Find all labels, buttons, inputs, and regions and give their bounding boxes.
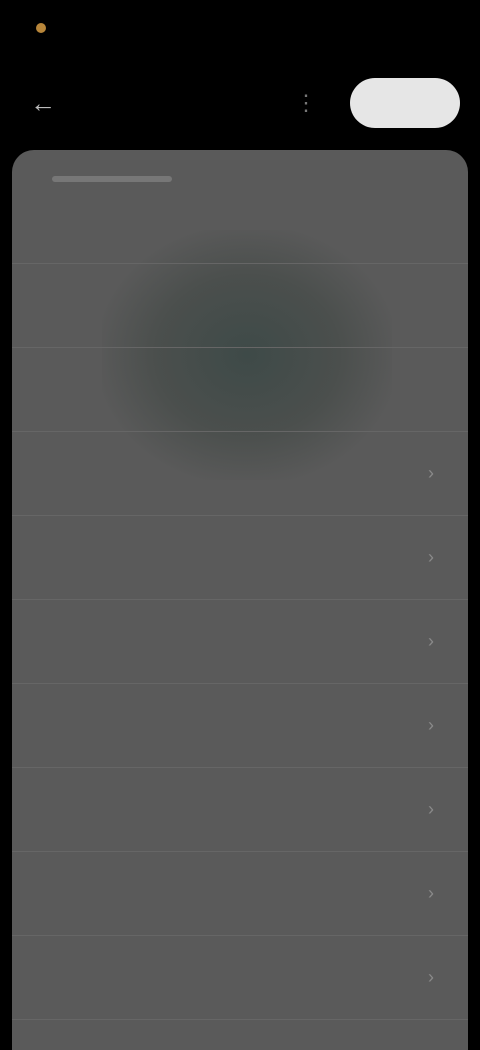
chevron-right-icon: › xyxy=(428,799,434,819)
option-item-10[interactable]: › xyxy=(12,936,468,1020)
chevron-right-icon: › xyxy=(428,547,434,567)
option-item-9[interactable]: › xyxy=(12,852,468,936)
options-sheet: › › › › › › › xyxy=(12,150,468,1050)
option-item-2[interactable] xyxy=(12,264,468,348)
back-button[interactable]: ← xyxy=(20,80,66,126)
option-item-7[interactable]: › xyxy=(12,684,468,768)
status-bar xyxy=(0,0,480,56)
chevron-right-icon: › xyxy=(428,715,434,735)
app-bar: ← ⋮ xyxy=(0,70,480,136)
option-item-4[interactable]: › xyxy=(12,432,468,516)
chevron-right-icon: › xyxy=(428,463,434,483)
chevron-right-icon: › xyxy=(428,967,434,987)
recording-indicator-icon xyxy=(36,23,46,33)
option-item-3[interactable] xyxy=(12,348,468,432)
arrow-back-icon: ← xyxy=(30,87,56,118)
option-item-8[interactable]: › xyxy=(12,768,468,852)
more-icon: ⋮ xyxy=(295,90,317,115)
option-item-6[interactable]: › xyxy=(12,600,468,684)
status-left xyxy=(36,23,54,33)
chevron-right-icon: › xyxy=(428,883,434,903)
primary-action-button[interactable] xyxy=(350,78,460,128)
option-item-5[interactable]: › xyxy=(12,516,468,600)
option-list: › › › › › › › xyxy=(12,180,468,1020)
option-item-1[interactable] xyxy=(12,180,468,264)
chevron-right-icon: › xyxy=(428,631,434,651)
more-button[interactable]: ⋮ xyxy=(286,83,326,123)
